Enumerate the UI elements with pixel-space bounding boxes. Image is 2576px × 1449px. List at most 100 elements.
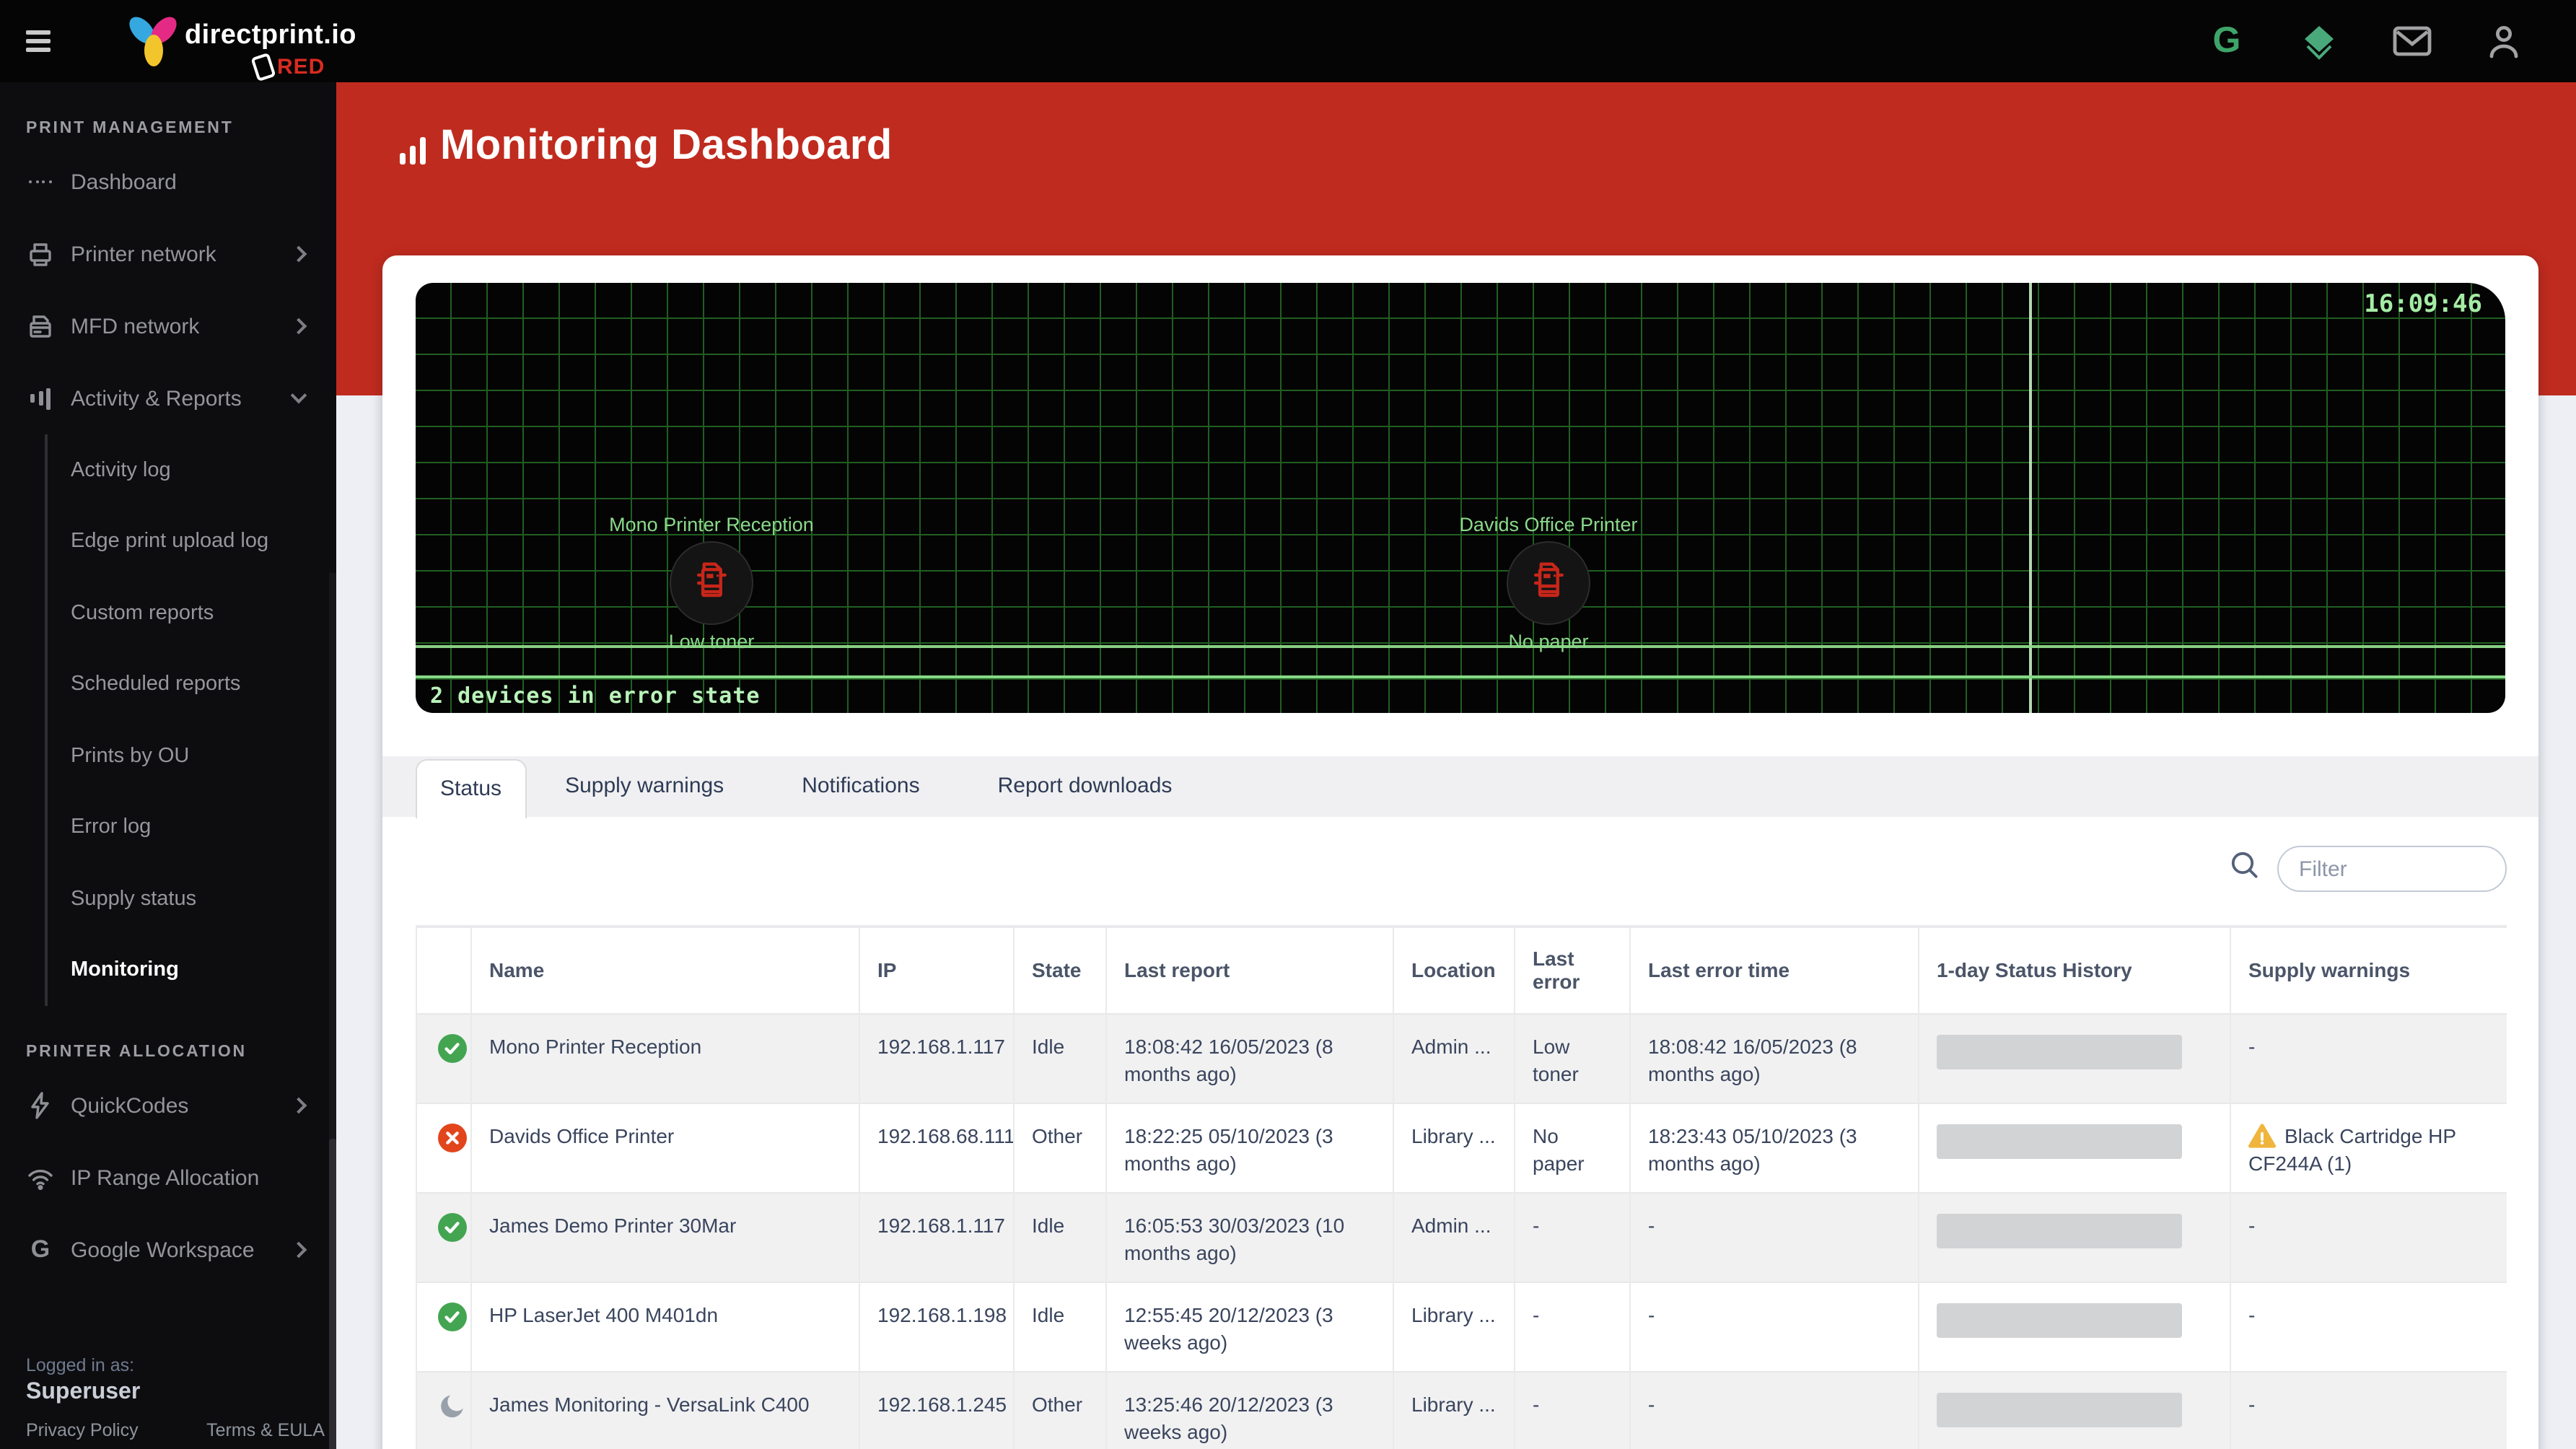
- sidebar-item-quickcodes[interactable]: QuickCodes: [0, 1069, 336, 1142]
- privacy-policy-link[interactable]: Privacy Policy: [26, 1420, 139, 1440]
- tab-supply-warnings[interactable]: Supply warnings: [526, 756, 763, 817]
- sidebar-section-label: PRINT MANAGEMENT: [26, 120, 336, 137]
- sidebar-footer: Logged in as: Superuser Privacy Policy T…: [0, 1355, 336, 1440]
- radar-sweep-vertical: [2029, 283, 2032, 713]
- bar-chart-icon: [400, 139, 426, 170]
- tab-notifications[interactable]: Notifications: [763, 756, 958, 817]
- chevron-down-icon: [291, 388, 307, 404]
- sidebar-item-prints-by-ou[interactable]: Prints by OU: [48, 720, 336, 792]
- sidebar-section-label: PRINTER ALLOCATION: [26, 1043, 336, 1061]
- sidebar-item-mfd-network[interactable]: MFD network: [0, 290, 336, 362]
- logged-in-label: Logged in as:: [26, 1355, 325, 1375]
- sidebar-item-label: IP Range Allocation: [71, 1165, 336, 1190]
- cell-state: Other: [1014, 1103, 1106, 1192]
- sidebar-item-supply-status[interactable]: Supply status: [48, 863, 336, 934]
- radar-device-status: No paper: [1390, 631, 1707, 652]
- cell-state: Idle: [1014, 1192, 1106, 1282]
- table-row[interactable]: HP LaserJet 400 M401dn192.168.1.198Idle1…: [416, 1282, 2506, 1371]
- cell-status-history: [1919, 1371, 2230, 1449]
- table-row[interactable]: James Monitoring - VersaLink C400192.168…: [416, 1371, 2506, 1449]
- sidebar-item-custom-reports[interactable]: Custom reports: [48, 577, 336, 649]
- cell-status-icon: [416, 1103, 471, 1192]
- sidebar-item-monitoring[interactable]: Monitoring: [48, 934, 336, 1006]
- google-g-icon[interactable]: G: [2207, 21, 2247, 61]
- cell-name: James Monitoring - VersaLink C400: [471, 1371, 859, 1449]
- cell-last-report: 18:22:25 05/10/2023 (3 months ago): [1106, 1103, 1393, 1192]
- dashboard-grid-icon: [26, 167, 55, 196]
- cell-status-history: [1919, 1282, 2230, 1371]
- cell-last-error: -: [1515, 1371, 1630, 1449]
- cell-last-error: -: [1515, 1282, 1630, 1371]
- cell-last-error: No paper: [1515, 1103, 1630, 1192]
- cell-last-error: Low toner: [1515, 1013, 1630, 1103]
- cell-name: James Demo Printer 30Mar: [471, 1192, 859, 1282]
- cell-name: HP LaserJet 400 M401dn: [471, 1282, 859, 1371]
- chevron-right-icon: [291, 246, 307, 263]
- cell-location: Library ...: [1393, 1103, 1515, 1192]
- layers-icon[interactable]: [2299, 21, 2339, 61]
- sidebar-item-ip-range-allocation[interactable]: IP Range Allocation: [0, 1142, 336, 1214]
- mail-icon[interactable]: [2391, 21, 2432, 61]
- sidebar-item-edge-print-upload-log[interactable]: Edge print upload log: [48, 506, 336, 577]
- logo-petals-icon: [130, 12, 179, 72]
- cell-last-report: 12:55:45 20/12/2023 (3 weeks ago): [1106, 1282, 1393, 1371]
- status-history-bar: [1937, 1392, 2182, 1427]
- sidebar-item-scheduled-reports[interactable]: Scheduled reports: [48, 649, 336, 720]
- sidebar: PRINT MANAGEMENT DashboardPrinter network…: [0, 82, 336, 1449]
- cell-status-icon: [416, 1192, 471, 1282]
- topbar-icons: G: [2207, 21, 2524, 61]
- tab-report-downloads[interactable]: Report downloads: [959, 756, 1212, 817]
- sidebar-nav: PRINT MANAGEMENT DashboardPrinter network…: [0, 120, 336, 1286]
- hamburger-menu-icon[interactable]: [26, 26, 58, 57]
- content-card: 16:09:46 Mono Printer ReceptionLow toner…: [382, 255, 2538, 1449]
- radar-device[interactable]: Mono Printer ReceptionLow toner: [553, 514, 870, 652]
- chevron-right-icon: [291, 1242, 307, 1258]
- sidebar-scrollbar[interactable]: [329, 573, 336, 1449]
- cell-status-history: [1919, 1103, 2230, 1192]
- cell-status-icon: [416, 1013, 471, 1103]
- chevron-right-icon: [291, 1098, 307, 1114]
- account-icon[interactable]: [2484, 21, 2524, 61]
- wifi-icon: [26, 1163, 55, 1192]
- column-header-status: [416, 927, 471, 1013]
- column-header-name: Name: [471, 927, 859, 1013]
- terms-eula-link[interactable]: Terms & EULA: [206, 1420, 325, 1440]
- cell-ip: 192.168.1.245: [859, 1371, 1014, 1449]
- topbar: directprint.io RED G: [0, 0, 2576, 82]
- cell-status-history: [1919, 1192, 2230, 1282]
- table-row[interactable]: James Demo Printer 30Mar192.168.1.117Idl…: [416, 1192, 2506, 1282]
- sidebar-item-label: Google Workspace: [71, 1238, 293, 1262]
- cell-location: Library ...: [1393, 1371, 1515, 1449]
- logo-badge-icon: [250, 53, 276, 82]
- sidebar-item-activity-reports[interactable]: Activity & Reports: [0, 362, 336, 434]
- sidebar-item-activity-log[interactable]: Activity log: [48, 434, 336, 506]
- table-row[interactable]: Davids Office Printer192.168.68.111Other…: [416, 1103, 2506, 1192]
- cell-supply-warnings: -: [2230, 1013, 2506, 1103]
- page-title: Monitoring Dashboard: [400, 123, 893, 170]
- radar-device[interactable]: Davids Office PrinterNo paper: [1390, 514, 1707, 652]
- sidebar-item-google-workspace[interactable]: G Google Workspace: [0, 1214, 336, 1286]
- sidebar-item-printer-network[interactable]: Printer network: [0, 218, 336, 290]
- radar-clock: 16:09:46: [2364, 290, 2482, 319]
- table-header-row: NameIPStateLast reportLocationLast error…: [416, 927, 2506, 1013]
- search-icon: [2230, 850, 2260, 888]
- cell-status-icon: [416, 1371, 471, 1449]
- column-header-1-day-status-history: 1-day Status History: [1919, 927, 2230, 1013]
- tab-status[interactable]: Status: [416, 759, 526, 818]
- filter-input[interactable]: [2277, 846, 2507, 892]
- app-root: directprint.io RED G PRINT MANAGEMENT Das…: [0, 0, 2576, 1449]
- cell-last-report: 18:08:42 16/05/2023 (8 months ago): [1106, 1013, 1393, 1103]
- google-g-icon: G: [26, 1235, 55, 1264]
- sidebar-item-error-log[interactable]: Error log: [48, 792, 336, 863]
- status-history-bar: [1937, 1213, 2182, 1248]
- column-header-ip: IP: [859, 927, 1014, 1013]
- status-history-bar: [1937, 1303, 2182, 1337]
- logo-sub: RED: [254, 55, 325, 79]
- cell-location: Admin ...: [1393, 1013, 1515, 1103]
- cell-state: Idle: [1014, 1282, 1106, 1371]
- table-row[interactable]: Mono Printer Reception192.168.1.117Idle1…: [416, 1013, 2506, 1103]
- cell-last-error-time: -: [1630, 1371, 1919, 1449]
- cell-name: Davids Office Printer: [471, 1103, 859, 1192]
- lightning-icon: [26, 1091, 55, 1120]
- sidebar-item-dashboard[interactable]: Dashboard: [0, 146, 336, 218]
